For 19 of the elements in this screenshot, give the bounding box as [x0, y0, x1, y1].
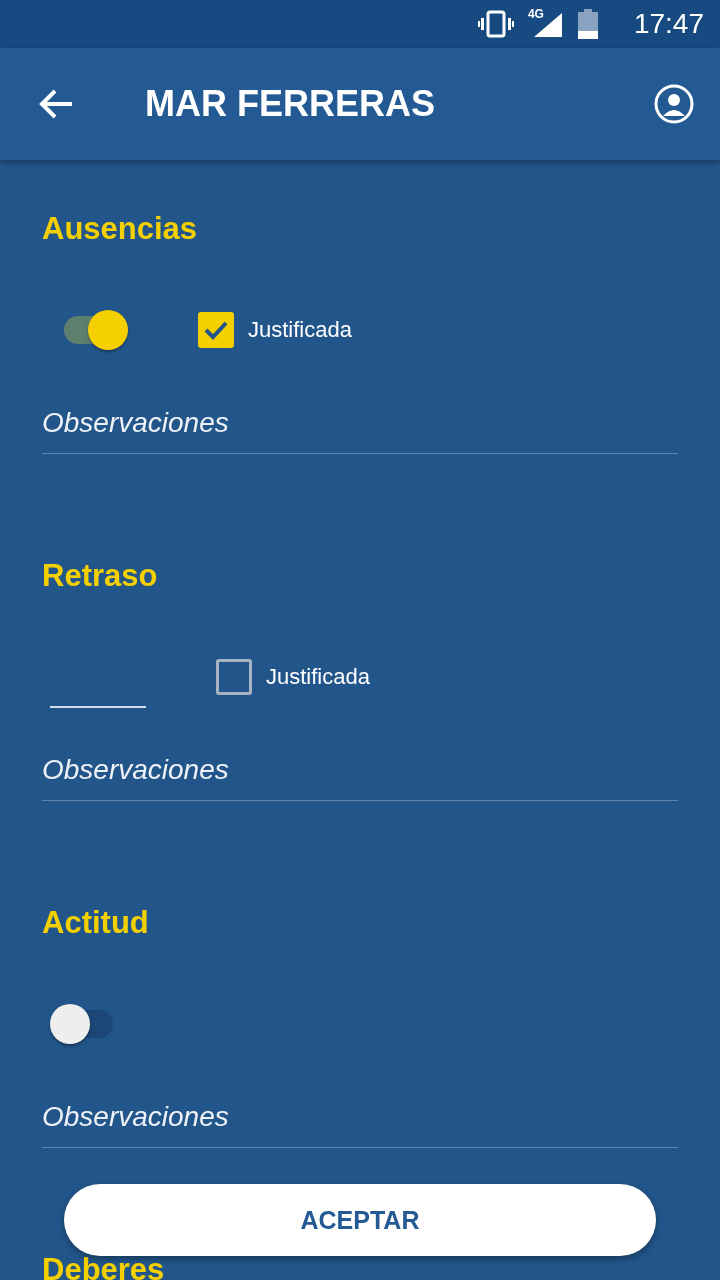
observations-field[interactable]: Observaciones	[42, 1096, 678, 1148]
profile-button[interactable]	[654, 84, 694, 124]
justified-checkbox[interactable]: Justificada	[198, 312, 352, 348]
accept-button[interactable]: ACEPTAR	[64, 1184, 656, 1256]
vibrate-icon	[477, 10, 514, 38]
back-arrow-icon	[38, 88, 74, 120]
battery-icon	[577, 9, 598, 39]
observations-field[interactable]: Observaciones	[42, 749, 678, 801]
network-type: 4G	[527, 7, 544, 21]
section-title: Ausencias	[42, 210, 199, 248]
section-title: Actitud	[42, 904, 150, 942]
observations-field[interactable]: Observaciones	[42, 402, 678, 454]
justified-checkbox[interactable]: Justificada	[216, 659, 370, 695]
student-name: MAR FERRERAS	[145, 83, 436, 125]
account-icon	[654, 84, 694, 124]
section-title: Retraso	[42, 557, 159, 595]
check-icon	[203, 319, 229, 341]
clock-time: 17:47	[633, 8, 704, 40]
back-button[interactable]	[38, 88, 74, 120]
